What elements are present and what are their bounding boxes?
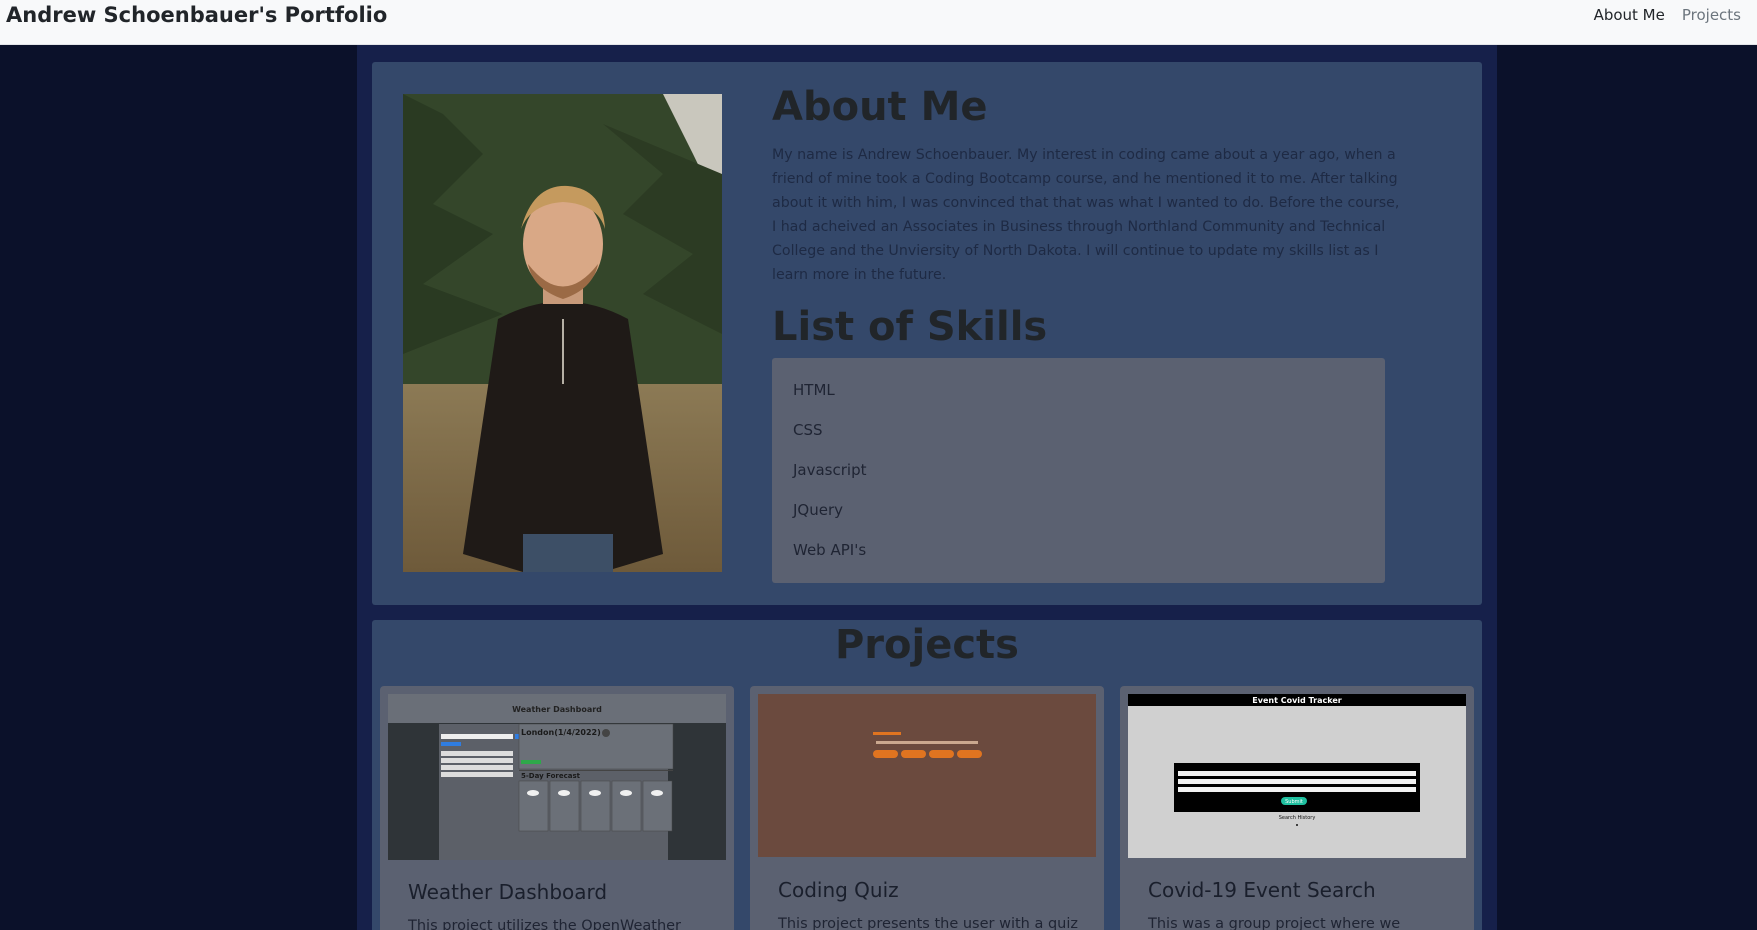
skill-item: Javascript — [793, 461, 867, 479]
profile-photo — [403, 94, 722, 572]
skill-item: Web API's — [793, 541, 867, 559]
about-paragraph: My name is Andrew Schoenbauer. My intere… — [772, 147, 1400, 283]
weather-preview-forecast: 5-Day Forecast — [521, 772, 581, 780]
weather-preview-image[interactable]: Weather Dashboard London(1/4/2022) 5-Day… — [388, 694, 726, 860]
project-card-covid[interactable]: Event Covid Tracker Submit Search Histor… — [1120, 686, 1474, 930]
skill-item: JQuery — [793, 501, 844, 519]
quiz-preview-image[interactable] — [758, 694, 1096, 857]
weather-preview-header: Weather Dashboard — [512, 705, 602, 714]
skills-list: HTML CSS Javascript JQuery Web API's — [772, 358, 1385, 583]
card-title-weather: Weather Dashboard — [408, 880, 608, 904]
covid-preview-button: Submit — [1285, 799, 1303, 805]
navbar: Andrew Schoenbauer's Portfolio About Me … — [0, 0, 1757, 45]
project-card-quiz[interactable]: Coding Quiz This project presents the us… — [750, 686, 1104, 930]
weather-preview-city: London(1/4/2022) — [521, 728, 601, 737]
project-card-weather[interactable]: Weather Dashboard London(1/4/2022) 5-Day… — [380, 686, 734, 930]
projects-title: Projects — [834, 622, 1019, 668]
covid-preview-history: Search History — [1279, 815, 1316, 821]
nav-link-about-me[interactable]: About Me — [1594, 6, 1665, 24]
skill-item: CSS — [793, 421, 823, 439]
card-text-weather: This project utilizes the OpenWeather AP… — [408, 918, 682, 930]
nav-link-projects[interactable]: Projects — [1682, 6, 1741, 24]
card-text-quiz: This project presents the user with a qu… — [778, 916, 1078, 930]
card-title-quiz: Coding Quiz — [778, 878, 899, 902]
skill-item: HTML — [793, 381, 835, 399]
navbar-brand[interactable]: Andrew Schoenbauer's Portfolio — [6, 3, 387, 27]
nav-links: About Me Projects — [1594, 6, 1741, 24]
skills-title: List of Skills — [772, 304, 1048, 350]
about-title: About Me — [772, 84, 988, 130]
card-text-covid: This was a group project where we — [1148, 916, 1401, 930]
card-title-covid: Covid-19 Event Search — [1148, 878, 1376, 902]
covid-preview-image[interactable]: Event Covid Tracker Submit Search Histor… — [1128, 694, 1466, 858]
covid-preview-header: Event Covid Tracker — [1252, 696, 1341, 705]
